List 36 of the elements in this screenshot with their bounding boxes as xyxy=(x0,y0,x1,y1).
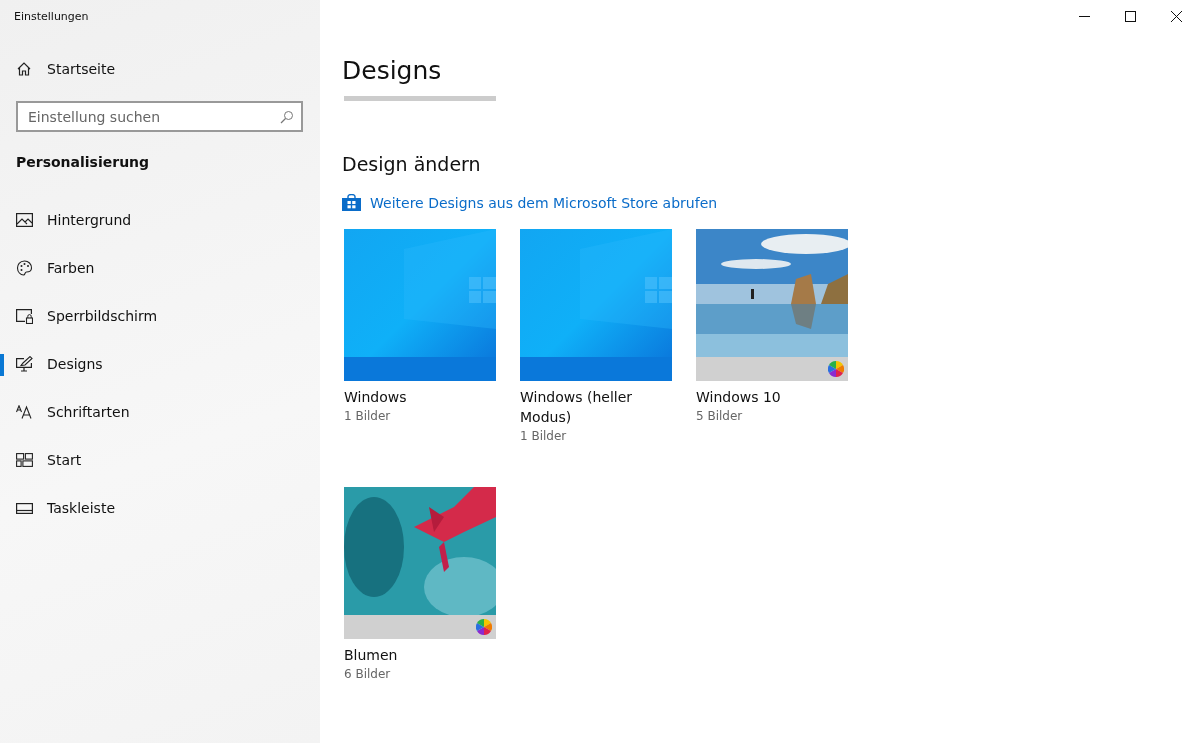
palette-icon xyxy=(16,260,33,276)
window-title: Einstellungen xyxy=(14,10,90,24)
start-tiles-icon xyxy=(16,453,33,467)
theme-name: Blumen xyxy=(344,646,399,665)
image-count: 1 Bilder xyxy=(520,429,568,443)
image-count: 6 Bilder xyxy=(344,667,392,681)
nav-item[interactable]: Hintergrund xyxy=(0,196,304,244)
section-heading: Personalisierung xyxy=(16,154,151,172)
picture-icon xyxy=(16,213,33,227)
maximize-icon[interactable] xyxy=(1125,11,1136,22)
nav-item[interactable]: Schriftarten xyxy=(0,388,304,436)
store-link[interactable]: Weitere Designs aus dem Microsoft Store abrufen xyxy=(370,194,718,211)
font-icon xyxy=(16,405,33,419)
nav-item[interactable]: Sperrbildschirm xyxy=(0,292,304,340)
theme-name: Windows xyxy=(344,388,408,407)
color-wheel-icon xyxy=(476,619,492,635)
image-count: 5 Bilder xyxy=(696,409,744,423)
search-field[interactable]: Einstellung suchen xyxy=(16,101,303,132)
nav-item[interactable]: Designs xyxy=(0,340,304,388)
color-wheel-icon xyxy=(828,361,844,377)
close-icon[interactable] xyxy=(1171,11,1182,22)
image-count: 1 Bilder xyxy=(344,409,392,423)
section-heading: Design ändern xyxy=(342,153,482,177)
page-title: Designs xyxy=(342,56,443,86)
lock-screen-icon xyxy=(16,308,33,324)
monitor-brush-icon xyxy=(16,356,33,372)
store-bag-icon xyxy=(342,194,361,211)
nav-item[interactable]: Start xyxy=(0,436,304,484)
search-icon xyxy=(280,110,294,124)
home-link[interactable]: Startseite xyxy=(16,57,320,81)
nav-item[interactable]: Farben xyxy=(0,244,304,292)
theme-name: Windows 10 xyxy=(696,388,782,407)
theme-name: Windows (heller Modus) xyxy=(520,388,634,427)
home-icon xyxy=(16,61,32,77)
taskbar-icon xyxy=(16,502,33,514)
nav-item[interactable]: Taskleiste xyxy=(0,484,304,532)
